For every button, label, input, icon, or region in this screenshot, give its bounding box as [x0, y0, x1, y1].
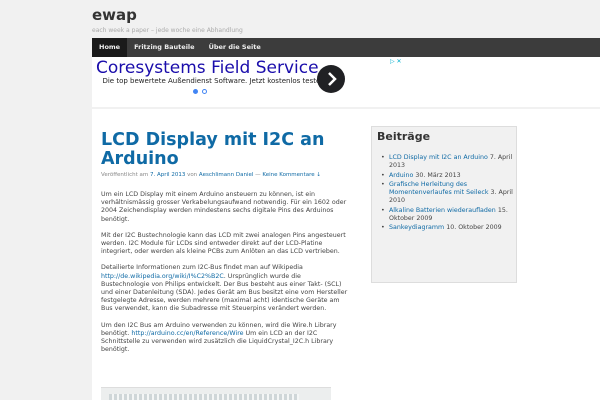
- list-item: Sankeydiagramm 10. Oktober 2009: [378, 224, 514, 233]
- recent-post-link[interactable]: Arduino: [389, 172, 413, 179]
- main-nav: Home Fritzing Bauteile Über die Seite: [92, 38, 600, 57]
- recent-posts-list: LCD Display mit I2C an Arduino 7. April …: [378, 154, 514, 234]
- recent-post-date: 30. März 2013: [415, 171, 461, 179]
- nav-item-about[interactable]: Über die Seite: [202, 38, 268, 57]
- main-content: LCD Display mit I2C an Arduino Veröffent…: [92, 109, 600, 400]
- paragraph-wikipedia: Detailierte Informationen zum I2C-Bus fi…: [101, 264, 351, 313]
- post-image: [101, 387, 331, 400]
- paragraph-text: Detailierte Informationen zum I2C-Bus fi…: [101, 264, 303, 272]
- recent-post-link[interactable]: Sankeydiagramm: [389, 224, 444, 231]
- paragraph-intro: Um ein LCD Display mit einem Arduino ans…: [101, 191, 347, 223]
- post-title[interactable]: LCD Display mit I2C an Arduino: [101, 131, 341, 169]
- site-title[interactable]: ewap: [92, 6, 137, 24]
- lcd-image-strip: [109, 394, 299, 400]
- arduino-wire-link[interactable]: http://arduino.cc/en/Reference/Wire: [131, 330, 243, 337]
- list-item: Arduino 30. März 2013: [378, 171, 514, 181]
- chevron-right-icon[interactable]: [317, 65, 345, 93]
- post-meta: Veröffentlicht am 7. April 2013 von Aesc…: [101, 172, 351, 178]
- list-item: LCD Display mit I2C an Arduino 7. April …: [378, 154, 514, 171]
- ad-carousel-dots: [193, 89, 207, 94]
- meta-by-label: von: [187, 172, 198, 178]
- paragraph-wire: Um den I2C Bus am Arduino verwenden zu k…: [101, 322, 351, 355]
- recent-post-link[interactable]: Alkaline Batterien wiederaufladen: [389, 207, 496, 214]
- site-description: each week a paper – jede woche eine Abha…: [92, 27, 243, 34]
- nav-item-fritzing[interactable]: Fritzing Bauteile: [127, 38, 201, 57]
- carousel-dot[interactable]: [202, 89, 207, 94]
- ad-banner[interactable]: Coresystems Field Service Die top bewert…: [92, 57, 600, 107]
- ad-choices-icon[interactable]: ▷ ✕: [390, 58, 402, 65]
- nav-item-home[interactable]: Home: [92, 38, 128, 57]
- post-date-link[interactable]: 7. April 2013: [150, 172, 185, 178]
- recent-post-link[interactable]: Grafische Herleitung des Momentenverlauf…: [389, 181, 489, 196]
- wikipedia-link[interactable]: http://de.wikipedia.org/wiki/I%C2%B2C: [101, 273, 224, 280]
- ad-subline: Die top bewertete Außendienst Software. …: [102, 77, 328, 85]
- post-body: Um ein LCD Display mit einem Arduino ans…: [101, 191, 351, 362]
- list-item: Grafische Herleitung des Momentenverlauf…: [378, 181, 514, 206]
- list-item: Alkaline Batterien wiederaufladen 15. Ok…: [378, 207, 514, 224]
- carousel-dot-active[interactable]: [193, 89, 198, 94]
- meta-published-label: Veröffentlicht am: [101, 172, 149, 178]
- meta-separator: —: [255, 172, 261, 178]
- post-author-link[interactable]: Aeschlimann Daniel: [199, 172, 253, 178]
- sidebar-title: Beiträge: [377, 130, 431, 143]
- sidebar-recent-posts: Beiträge LCD Display mit I2C an Arduino …: [371, 126, 517, 283]
- recent-post-date: 10. Oktober 2009: [446, 224, 502, 232]
- recent-post-link[interactable]: LCD Display mit I2C an Arduino: [389, 154, 488, 161]
- post-comments-link[interactable]: Keine Kommentare ↓: [262, 172, 321, 178]
- paragraph-i2c: Mit der I2C Bustechnologie kann das LCD …: [101, 231, 346, 256]
